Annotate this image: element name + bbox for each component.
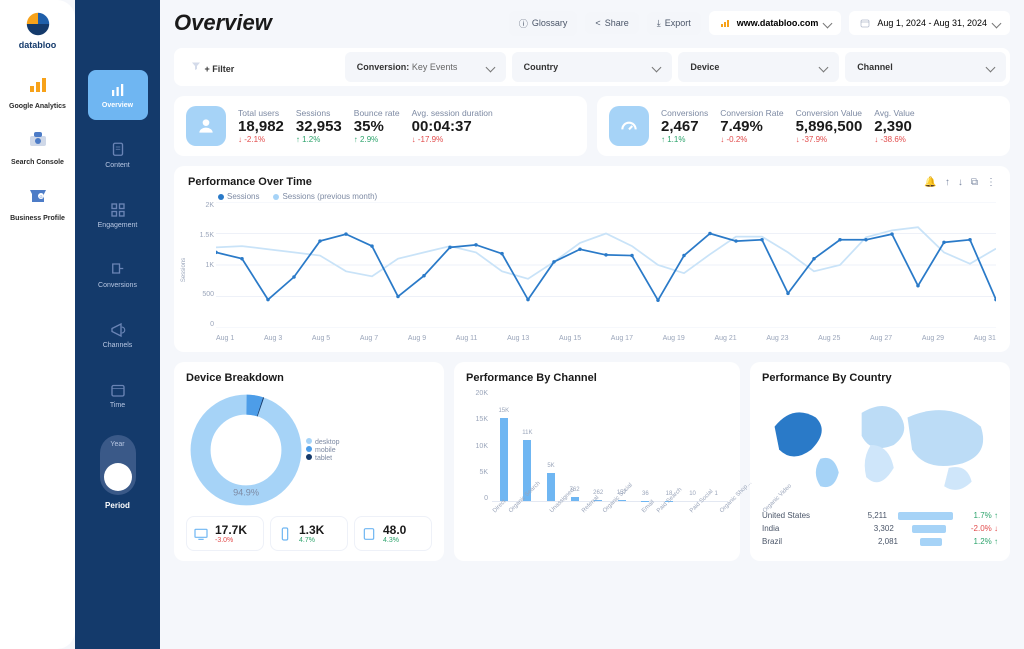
- rail-search-console[interactable]: Search Console: [8, 128, 68, 166]
- download-icon: ⤓: [657, 18, 661, 29]
- filter-device[interactable]: Device: [678, 52, 839, 82]
- bar-xaxis: DirectOrganic SearchUnassignedReferralOr…: [492, 502, 728, 530]
- nav-engagement[interactable]: Engagement: [88, 190, 148, 240]
- nav-time[interactable]: Time: [88, 370, 148, 420]
- yaxis-label: Sessions: [181, 258, 187, 282]
- analytics-icon: [719, 17, 731, 29]
- chevron-down-icon: [819, 62, 829, 72]
- chart-up-icon[interactable]: ↑: [945, 177, 950, 188]
- kpi-card-users: Total users18,982-2.1% Sessions32,9531.2…: [174, 96, 587, 156]
- country-row: India3,302-2.0% ↓: [762, 522, 998, 535]
- funnel-icon: [190, 60, 202, 72]
- share-icon: <: [595, 18, 600, 28]
- nav-overview[interactable]: Overview: [88, 70, 148, 120]
- rail-bp-label: Business Profile: [8, 215, 68, 222]
- chart-xaxis: Aug 1Aug 3Aug 5Aug 7Aug 9Aug 11Aug 13Aug…: [216, 335, 996, 342]
- export-button[interactable]: ⤓Export: [647, 12, 701, 35]
- toggle-knob: [104, 463, 132, 491]
- line-chart-svg: [216, 202, 996, 328]
- chart-copy-icon[interactable]: ⧉: [971, 177, 978, 188]
- nav-conversions-lbl: Conversions: [98, 282, 137, 289]
- tablet-icon: [361, 526, 377, 542]
- device-breakdown-panel: Device Breakdown 94.9% desktop mobile ta…: [174, 362, 444, 561]
- chevron-down-icon: [823, 18, 833, 28]
- chevron-down-icon: [485, 62, 495, 72]
- mobile-icon: [277, 526, 293, 542]
- nav-engagement-lbl: Engagement: [98, 222, 138, 229]
- svg-text:G: G: [39, 194, 42, 199]
- chart-notify-icon[interactable]: 🔔: [924, 177, 936, 188]
- rail-google-analytics[interactable]: Google Analytics: [8, 72, 68, 110]
- country-row: United States5,2111.7% ↑: [762, 509, 998, 522]
- donut-chart: 94.9%: [186, 390, 306, 510]
- bar-plot: 15K11K5K7622621573618101: [492, 390, 728, 502]
- filter-channel[interactable]: Channel: [845, 52, 1006, 82]
- chevron-down-icon: [986, 62, 996, 72]
- year-period-toggle[interactable]: Year: [100, 435, 136, 495]
- nav-overview-lbl: Overview: [102, 102, 133, 109]
- chart-legend: Sessions Sessions (previous month): [218, 192, 377, 201]
- add-filter-button[interactable]: + Filter: [178, 52, 339, 82]
- bar-yaxis: 20K15K10K5K0: [466, 390, 488, 502]
- nav-conversions[interactable]: Conversions: [88, 250, 148, 300]
- nav-channels[interactable]: Channels: [88, 310, 148, 360]
- svg-text:94.9%: 94.9%: [233, 488, 259, 498]
- brand-name: databloo: [19, 40, 57, 50]
- device-stat-mobile: 1.3K4.7%: [270, 516, 348, 551]
- share-button[interactable]: <Share: [585, 12, 638, 34]
- donut-legend: desktop mobile tablet: [306, 438, 340, 462]
- country-panel: Performance By Country United States5,21…: [750, 362, 1010, 561]
- device-title: Device Breakdown: [186, 372, 432, 384]
- filter-conversion[interactable]: Conversion: Key Events: [345, 52, 506, 82]
- nav-content[interactable]: Content: [88, 130, 148, 180]
- filter-country[interactable]: Country: [512, 52, 673, 82]
- perf-title: Performance Over Time: [188, 176, 312, 188]
- device-stat-desktop: 17.7K-3.0%: [186, 516, 264, 551]
- chart-yaxis: 2K1.5K1K5000: [188, 202, 214, 328]
- channel-panel: Performance By Channel 20K15K10K5K0 15K1…: [454, 362, 740, 561]
- performance-over-time-card: Performance Over Time 🔔 ↑ ↓ ⧉ ⋮ Sessions…: [174, 166, 1010, 352]
- glossary-button[interactable]: ⓘGlossary: [509, 11, 578, 36]
- site-selector[interactable]: www.databloo.com: [709, 11, 842, 35]
- date-range-selector[interactable]: Aug 1, 2024 - Aug 31, 2024: [849, 11, 1010, 35]
- user-icon: [186, 106, 226, 146]
- rail-sc-label: Search Console: [8, 159, 68, 166]
- gauge-icon: [609, 106, 649, 146]
- chart-down-icon[interactable]: ↓: [958, 177, 963, 188]
- country-title: Performance By Country: [762, 372, 998, 384]
- device-stat-tablet: 48.04.3%: [354, 516, 432, 551]
- info-icon: ⓘ: [519, 17, 528, 30]
- nav-channels-lbl: Channels: [103, 342, 133, 349]
- rail-ga-label: Google Analytics: [8, 103, 68, 110]
- brand-logo: databloo: [16, 10, 60, 54]
- chevron-down-icon: [652, 62, 662, 72]
- toggle-year-lbl: Year: [100, 441, 136, 448]
- toggle-period-lbl: Period: [105, 501, 130, 510]
- calendar-icon: [859, 17, 871, 29]
- world-map: [762, 390, 998, 500]
- desktop-icon: [193, 526, 209, 542]
- chevron-down-icon: [992, 18, 1002, 28]
- nav-time-lbl: Time: [110, 402, 125, 409]
- country-row: Brazil2,0811.2% ↑: [762, 535, 998, 548]
- rail-business-profile[interactable]: G Business Profile: [8, 184, 68, 222]
- kpi-card-conversions: Conversions2,4671.1% Conversion Rate7.49…: [597, 96, 1010, 156]
- page-title: Overview: [174, 10, 501, 36]
- chart-menu-icon[interactable]: ⋮: [986, 177, 996, 188]
- channel-title: Performance By Channel: [466, 372, 728, 384]
- nav-content-lbl: Content: [105, 162, 130, 169]
